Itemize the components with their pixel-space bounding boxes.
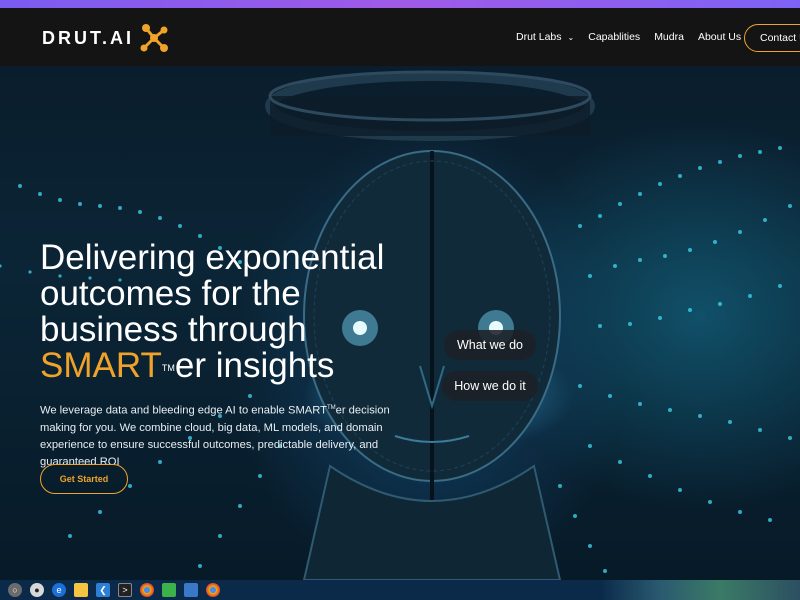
headline-line-1: Delivering exponential — [40, 238, 385, 277]
taskbar-wallpaper-strip — [600, 580, 800, 600]
nav-item-label: Capablities — [588, 31, 641, 43]
trademark-mark: TM — [326, 405, 336, 411]
hero-section: Delivering exponential outcomes for the … — [0, 66, 800, 580]
chrome-icon[interactable] — [140, 583, 154, 597]
store-icon[interactable] — [184, 583, 198, 597]
browser-top-stripe — [0, 0, 800, 8]
headline-accent: SMART — [40, 346, 162, 385]
contact-us-button[interactable]: Contact Us — [744, 24, 800, 52]
hero-description: We leverage data and bleeding edge AI to… — [40, 400, 420, 471]
vscode-icon[interactable]: ❮ — [96, 583, 110, 597]
how-we-do-it-button[interactable]: How we do it — [442, 371, 538, 401]
nav-item-label: Mudra — [654, 31, 684, 43]
nav-item-drut-labs[interactable]: Drut Labs ⌄ — [516, 31, 574, 43]
logo-molecule-icon — [140, 24, 168, 52]
nav-item-capablities[interactable]: Capablities — [588, 31, 640, 43]
get-started-button[interactable]: Get Started — [40, 464, 128, 494]
logo[interactable]: DRUT.AI — [42, 20, 172, 56]
headline-rest: er insights — [174, 346, 335, 385]
file-explorer-icon[interactable] — [74, 583, 88, 597]
os-taskbar: ○ ● e ❮ > — [0, 580, 800, 600]
terminal-icon[interactable]: > — [118, 583, 132, 597]
chevron-down-icon: ⌄ — [567, 32, 575, 42]
main-nav: Drut Labs ⌄ Capablities Mudra About Us — [516, 8, 755, 66]
headline-line-2: outcomes for the — [40, 274, 301, 313]
description-part-1: We leverage data and bleeding edge AI to… — [40, 404, 327, 417]
nav-item-about-us[interactable]: About Us — [698, 31, 741, 43]
edge-icon[interactable]: e — [52, 583, 66, 597]
chrome-icon[interactable] — [206, 583, 220, 597]
chat-icon[interactable]: ● — [30, 583, 44, 597]
logo-text: DRUT.AI — [42, 27, 134, 48]
trademark-mark: TM — [161, 363, 175, 373]
what-we-do-button[interactable]: What we do — [444, 330, 536, 360]
start-icon[interactable]: ○ — [8, 583, 22, 597]
nav-item-label: About Us — [697, 31, 742, 43]
site-header: DRUT.AI Drut Labs ⌄ Capablities Mudra Ab… — [0, 8, 800, 66]
nvidia-icon[interactable] — [162, 583, 176, 597]
nav-item-mudra[interactable]: Mudra — [654, 31, 684, 43]
hero-headline: Delivering exponential outcomes for the … — [40, 240, 420, 384]
nav-item-label: Drut Labs — [516, 31, 562, 43]
headline-line-3: business through — [40, 310, 307, 349]
